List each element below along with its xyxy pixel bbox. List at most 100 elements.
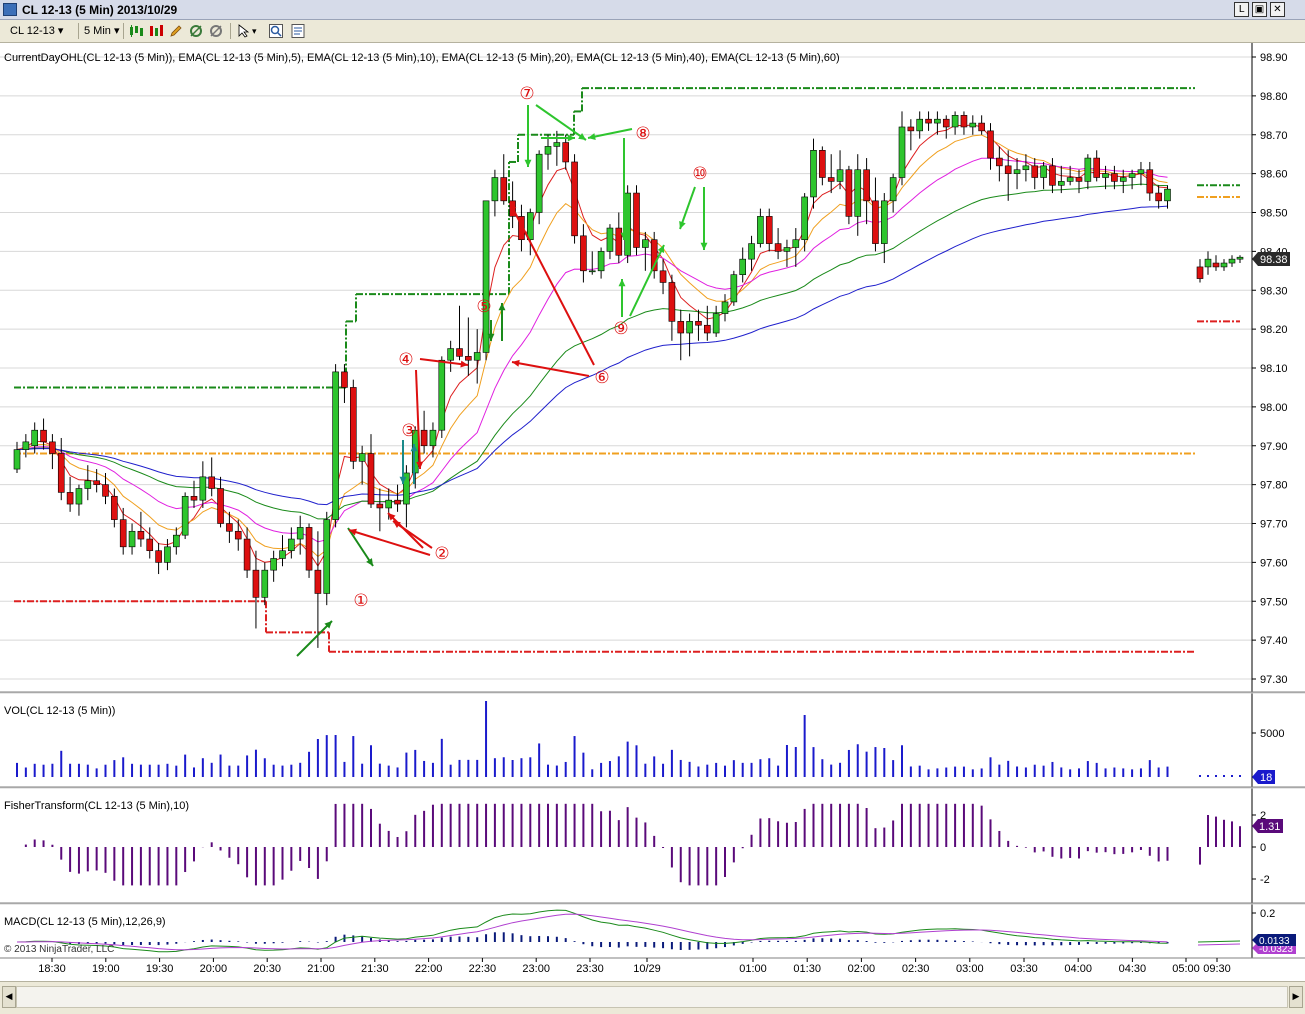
candle-body [13, 449, 21, 470]
macd-signal-line [1197, 943, 1241, 946]
annotation-marker: ① [353, 591, 368, 610]
scroll-left-arrow-icon[interactable]: ◀ [2, 986, 16, 1008]
candle-body [49, 441, 56, 454]
price-tick-label: 98.20 [1260, 324, 1288, 336]
candle-body [181, 495, 189, 536]
restore-button[interactable]: ▣ [1252, 2, 1267, 17]
candle-body [642, 239, 649, 248]
candle-body [190, 495, 198, 501]
candle-body [606, 227, 614, 252]
candle-body [553, 142, 561, 147]
candle-body [1196, 266, 1204, 279]
candle-body [544, 146, 552, 155]
instrument-selector[interactable]: CL 12-13 ▾ [10, 23, 63, 39]
candle-body [199, 476, 207, 501]
time-tick-label: 05:00 [1172, 963, 1200, 975]
candle-body [314, 569, 322, 594]
window-titlebar: CL 12-13 (5 Min) 2013/10/29 L ▣ ✕ [0, 0, 1305, 20]
candle-body [1155, 192, 1162, 202]
candlestick-style-icon[interactable] [128, 23, 144, 39]
price-tick-label: 97.30 [1260, 674, 1288, 686]
chevron-down-icon[interactable]: ▾ [252, 23, 257, 39]
candle-body [1004, 165, 1012, 174]
candle-body [500, 177, 508, 202]
annotation-arrow [296, 620, 333, 657]
time-tick-label: 21:00 [307, 963, 335, 975]
ohl-levels [14, 87, 1240, 653]
volume-panel: 5000 [16, 701, 1284, 777]
candle-body [22, 441, 30, 450]
candle-body [385, 499, 393, 509]
scroll-track[interactable] [16, 986, 1288, 1008]
candle-body [580, 235, 587, 272]
candle-body [1204, 258, 1212, 268]
candle-body [942, 118, 950, 128]
price-tick-label: 98.60 [1260, 169, 1288, 181]
ema-10-line [16, 134, 1168, 558]
macd-line [1197, 940, 1241, 943]
candle-body [1102, 173, 1109, 178]
candle-body [863, 169, 870, 202]
candle-body [748, 243, 755, 260]
time-tick-label: 03:00 [956, 963, 984, 975]
interval-selector[interactable]: 5 Min ▾ [84, 23, 120, 39]
candle-body [633, 192, 640, 248]
candle-body [84, 480, 92, 489]
price-tick-label: 97.60 [1260, 557, 1288, 569]
candle-body [1111, 173, 1118, 182]
candle-body [898, 126, 906, 178]
candle-body [341, 371, 348, 388]
annotation-marker: ⑧ [635, 124, 650, 143]
candle-body [845, 169, 853, 217]
candle-body [102, 484, 109, 497]
candle-body [783, 247, 791, 252]
interval-label: 5 Min [84, 25, 111, 37]
candle-body [66, 492, 74, 505]
zoom-icon[interactable] [268, 23, 284, 39]
close-button[interactable]: ✕ [1270, 2, 1285, 17]
candle-body [394, 499, 401, 505]
chart-canvas[interactable]: ①②③④⑤⑥⑦⑧⑨⑩ 5000 20-2 0.2 98.9098.8098.70… [0, 43, 1305, 981]
time-tick-label: 04:30 [1119, 963, 1147, 975]
candle-body [146, 538, 154, 552]
candle-body [252, 569, 260, 598]
fisher-last-label: 1.31 [1259, 821, 1280, 833]
scroll-right-arrow-icon[interactable]: ▶ [1289, 986, 1303, 1008]
annotations: ① ② ③ ④ ⑤ ⑥ ⑦ ⑧ ⑨ ⑩ [296, 84, 708, 657]
horizontal-scrollbar[interactable]: ◀ ▶ [0, 981, 1305, 1014]
indicators-icon[interactable] [188, 23, 204, 39]
candle-body [987, 130, 994, 159]
pencil-icon[interactable] [168, 23, 184, 39]
time-tick-label: 23:00 [522, 963, 550, 975]
candle-body [438, 359, 446, 431]
candle-body [996, 157, 1003, 167]
fisher-tick-label: 0 [1260, 842, 1266, 854]
minimize-button[interactable]: L [1234, 2, 1249, 17]
candle-body [234, 530, 242, 540]
candle-body [217, 488, 224, 524]
candle-body [1013, 169, 1021, 174]
candle-body [695, 321, 702, 326]
candle-body [677, 321, 685, 334]
properties-icon[interactable] [290, 23, 306, 39]
fisher-last-marker: 1.31 [1252, 819, 1283, 833]
candle-body [1084, 157, 1092, 182]
price-panel-label: CurrentDayOHL(CL 12-13 (5 Min)), EMA(CL … [4, 52, 840, 64]
strategies-icon[interactable] [208, 23, 224, 39]
price-tick-label: 98.10 [1260, 363, 1288, 375]
candle-body [854, 169, 862, 217]
candle-body [774, 243, 782, 252]
candle-body [349, 387, 357, 462]
cursor-arrow-icon[interactable] [236, 23, 252, 39]
toolbar-divider [230, 23, 231, 39]
candle-body [615, 227, 623, 256]
macd-tick-label: 0.2 [1260, 908, 1275, 920]
candle-body [119, 519, 127, 548]
chart-area[interactable]: ①②③④⑤⑥⑦⑧⑨⑩ 5000 2 0 -2 0.2 98.90 98.80 98.70… [0, 43, 1305, 981]
candle-body [93, 480, 100, 485]
ema-lines [16, 124, 1168, 567]
time-tick-label: 20:30 [253, 963, 281, 975]
macd-panel-label: MACD(CL 12-13 (5 Min),12,26,9) [4, 916, 166, 928]
candle-body [429, 429, 437, 447]
bars-style-icon[interactable] [148, 23, 164, 39]
